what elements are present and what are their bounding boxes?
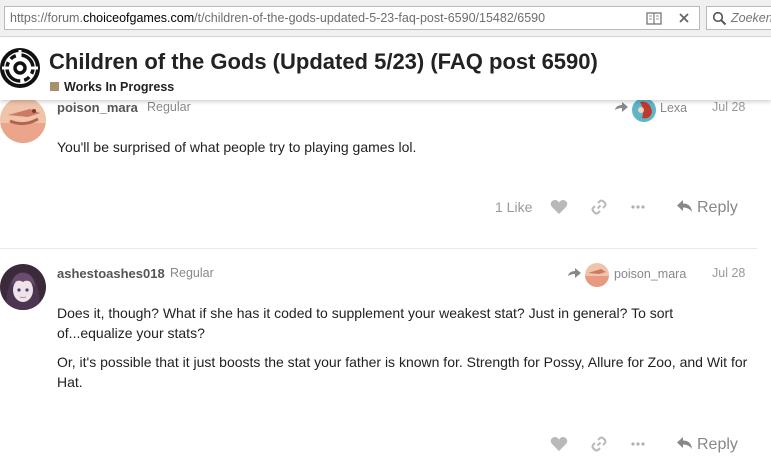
- link-icon[interactable]: [591, 436, 607, 452]
- reply-to-avatar[interactable]: [585, 263, 609, 287]
- link-icon[interactable]: [591, 199, 607, 215]
- site-logo-icon[interactable]: [0, 48, 40, 88]
- close-icon[interactable]: [675, 10, 693, 27]
- post-username[interactable]: ashestoashes018: [57, 266, 165, 281]
- address-bar[interactable]: https://forum.choiceofgames.com/t/childr…: [4, 6, 700, 30]
- user-title: Regular: [147, 100, 191, 114]
- post-body: You'll be surprised of what people try t…: [57, 137, 757, 166]
- search-icon: [712, 11, 727, 26]
- reply-to-avatar[interactable]: [632, 98, 656, 122]
- post-body: Does it, though? What if she has it code…: [57, 303, 752, 401]
- reply-button[interactable]: Reply: [676, 199, 738, 217]
- reply-to-arrow-icon: [615, 102, 628, 112]
- post-divider: [0, 248, 757, 249]
- avatar[interactable]: [0, 97, 46, 143]
- category-badge[interactable]: Works In Progress: [50, 80, 174, 94]
- topic-header: Children of the Gods (Updated 5/23) (FAQ…: [0, 38, 771, 100]
- post-paragraph: Does it, though? What if she has it code…: [57, 305, 674, 341]
- reply-to-arrow-icon: [568, 268, 581, 278]
- like-count[interactable]: 1 Like: [495, 199, 532, 215]
- post-date[interactable]: Jul 28: [712, 100, 745, 114]
- search-placeholder: Zoeken: [731, 11, 771, 25]
- reply-arrow-icon: [677, 200, 692, 212]
- reply-to-username[interactable]: Lexa: [660, 101, 687, 115]
- url-text[interactable]: https://forum.choiceofgames.com/t/childr…: [10, 11, 545, 25]
- heart-icon[interactable]: [550, 199, 568, 215]
- category-color-square: [50, 82, 59, 91]
- reader-view-icon[interactable]: [645, 10, 663, 27]
- more-dots-icon[interactable]: [630, 204, 646, 210]
- more-dots-icon[interactable]: [630, 441, 646, 447]
- category-label: Works In Progress: [64, 80, 175, 94]
- post-username[interactable]: poison_mara: [57, 100, 138, 115]
- reply-button[interactable]: Reply: [676, 436, 738, 454]
- reply-to-username[interactable]: poison_mara: [614, 267, 686, 281]
- topic-title[interactable]: Children of the Gods (Updated 5/23) (FAQ…: [49, 49, 598, 75]
- avatar[interactable]: [0, 264, 46, 310]
- post-paragraph: Or, it's possible that it just boosts th…: [57, 354, 748, 390]
- browser-toolbar: https://forum.choiceofgames.com/t/childr…: [0, 0, 771, 37]
- post-date[interactable]: Jul 28: [712, 266, 745, 280]
- heart-icon[interactable]: [550, 436, 568, 452]
- post-paragraph: You'll be surprised of what people try t…: [57, 139, 417, 155]
- reply-arrow-icon: [677, 437, 692, 449]
- user-title: Regular: [170, 266, 214, 280]
- browser-search-box[interactable]: Zoeken: [706, 6, 771, 30]
